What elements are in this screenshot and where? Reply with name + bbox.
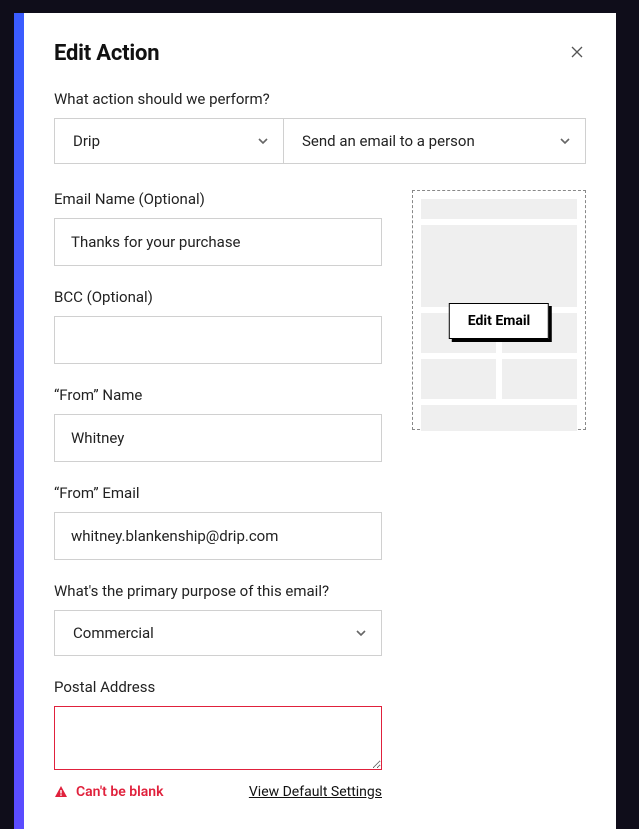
bcc-group: BCC (Optional) <box>54 288 382 364</box>
from-email-input[interactable] <box>54 512 382 560</box>
postal-footer-row: Can't be blank View Default Settings <box>54 784 382 800</box>
email-name-group: Email Name (Optional) <box>54 190 382 266</box>
purpose-select-value: Commercial <box>73 624 154 642</box>
email-preview: Edit Email <box>412 190 586 430</box>
close-button[interactable] <box>568 45 586 63</box>
page-title: Edit Action <box>54 41 159 66</box>
app-sidebar-stripe <box>14 13 24 829</box>
from-name-group: “From” Name <box>54 386 382 462</box>
purpose-select[interactable]: Commercial <box>54 610 382 656</box>
form-left-column: Email Name (Optional) BCC (Optional) “Fr… <box>54 190 382 800</box>
action-type-select-value: Send an email to a person <box>302 132 475 150</box>
email-name-input[interactable] <box>54 218 382 266</box>
preview-placeholder-block <box>421 359 496 399</box>
preview-placeholder-block <box>421 405 577 431</box>
panel-header: Edit Action <box>54 41 586 66</box>
bcc-input[interactable] <box>54 316 382 364</box>
preview-placeholder-block <box>421 225 577 307</box>
form-columns: Email Name (Optional) BCC (Optional) “Fr… <box>54 190 586 800</box>
postal-label: Postal Address <box>54 678 382 696</box>
view-default-settings-link[interactable]: View Default Settings <box>249 784 382 800</box>
postal-error: Can't be blank <box>54 784 163 800</box>
postal-group: Postal Address Can't be blank View Defau… <box>54 678 382 800</box>
purpose-group: What's the primary purpose of this email… <box>54 582 382 656</box>
form-right-column: Edit Email <box>412 190 586 800</box>
from-email-group: “From” Email <box>54 484 382 560</box>
bcc-label: BCC (Optional) <box>54 288 382 306</box>
from-name-label: “From” Name <box>54 386 382 404</box>
action-select-row: Drip Send an email to a person <box>54 118 586 164</box>
edit-email-button[interactable]: Edit Email <box>449 303 549 339</box>
postal-textarea[interactable] <box>54 706 382 770</box>
preview-placeholder-row <box>421 359 577 399</box>
chevron-down-icon <box>257 135 269 147</box>
preview-placeholder-block <box>502 359 577 399</box>
email-name-label: Email Name (Optional) <box>54 190 382 208</box>
action-prompt-label: What action should we perform? <box>54 90 586 108</box>
purpose-label: What's the primary purpose of this email… <box>54 582 382 600</box>
warning-icon <box>54 785 68 799</box>
provider-select-value: Drip <box>73 132 100 150</box>
action-type-select[interactable]: Send an email to a person <box>283 118 586 164</box>
preview-placeholder-block <box>421 199 577 219</box>
chevron-down-icon <box>355 627 367 639</box>
from-name-input[interactable] <box>54 414 382 462</box>
from-email-label: “From” Email <box>54 484 382 502</box>
edit-action-panel: Edit Action What action should we perfor… <box>24 13 616 829</box>
close-icon <box>571 45 583 63</box>
postal-error-text: Can't be blank <box>76 784 163 800</box>
provider-select[interactable]: Drip <box>54 118 283 164</box>
chevron-down-icon <box>559 135 571 147</box>
